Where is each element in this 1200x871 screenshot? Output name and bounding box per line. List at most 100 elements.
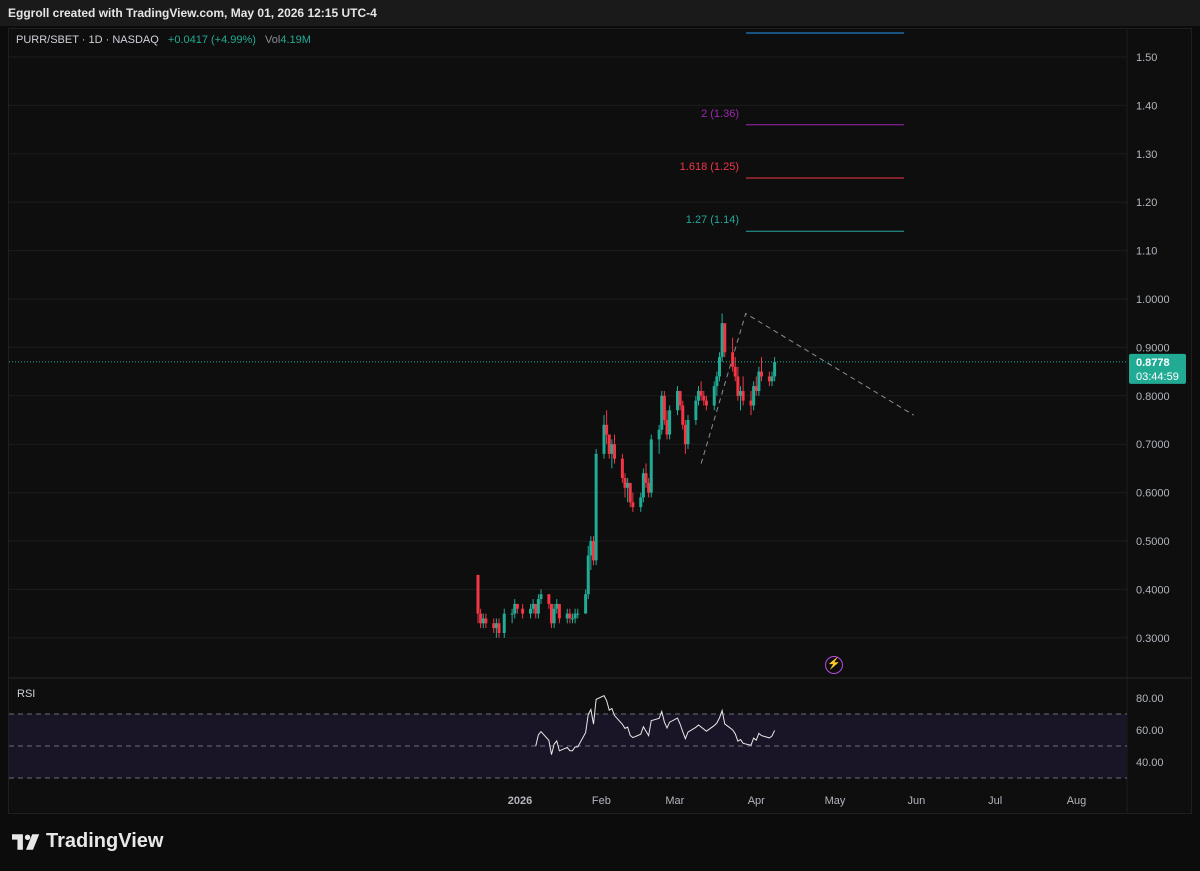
- candle-body: [736, 376, 740, 396]
- y-tick-label: 0.4000: [1136, 584, 1170, 596]
- y-tick-label: 0.3000: [1136, 633, 1170, 645]
- x-tick-label: Jun: [908, 795, 926, 807]
- candle-body: [586, 555, 590, 595]
- candle-body: [510, 613, 514, 615]
- y-tick-label: 1.30: [1136, 149, 1157, 161]
- y-tick-label: 1.40: [1136, 100, 1157, 112]
- candle: [760, 357, 763, 382]
- candle-body: [686, 420, 690, 445]
- candle-body: [731, 352, 735, 367]
- volume-label: Vol4.19M: [265, 34, 311, 46]
- candle: [594, 449, 598, 566]
- rsi-label: RSI: [17, 688, 35, 700]
- candle-body: [568, 613, 572, 619]
- x-axis: 2026 Feb Mar Apr May Jun Jul Aug: [508, 795, 1087, 807]
- brand-logo: TradingView: [12, 830, 163, 853]
- x-tick-label: May: [825, 795, 846, 807]
- price-chart[interactable]: 1.27 (1.14) 1.618 (1.25) 2 (1.36) 1.50 1.40…: [0, 0, 1200, 871]
- candle-body: [752, 386, 756, 406]
- candle-body: [718, 357, 721, 377]
- price-badge-countdown: 03:44:59: [1136, 371, 1179, 383]
- symbol-label: PURR/SBET · 1D · NASDAQ: [16, 34, 159, 46]
- candle: [657, 424, 661, 454]
- candle-body: [649, 439, 653, 493]
- y-tick-label: 0.6000: [1136, 488, 1170, 500]
- candle: [568, 608, 572, 624]
- candle: [552, 603, 556, 629]
- candle-body: [479, 613, 483, 624]
- candle-body: [513, 603, 517, 614]
- candle: [739, 386, 742, 411]
- candle-body: [476, 574, 480, 614]
- candle-body: [620, 458, 624, 479]
- lightning-icon[interactable]: ⚡: [825, 656, 843, 674]
- candle-body: [531, 603, 535, 609]
- candle: [628, 482, 632, 508]
- candle: [531, 599, 535, 614]
- candle-body: [484, 618, 488, 624]
- candle-body: [610, 444, 614, 454]
- candle-body: [665, 420, 669, 435]
- candle: [733, 357, 737, 382]
- candle-body: [702, 395, 706, 401]
- candle-body: [660, 395, 664, 430]
- candle-body: [767, 376, 771, 382]
- candle-body: [613, 444, 616, 459]
- candle: [644, 463, 648, 488]
- candle-body: [602, 424, 606, 454]
- candle: [476, 574, 480, 624]
- candle: [589, 536, 593, 571]
- candle-body: [555, 603, 559, 609]
- candle: [576, 608, 580, 619]
- candle-body: [704, 400, 708, 406]
- candle: [641, 468, 645, 503]
- candle-body: [481, 618, 485, 624]
- candle: [626, 478, 630, 503]
- candle: [754, 376, 758, 396]
- candle: [479, 608, 483, 629]
- candle: [602, 415, 606, 459]
- candle: [481, 613, 485, 629]
- candle-body: [760, 371, 763, 377]
- candle: [770, 371, 774, 387]
- candle: [557, 603, 561, 624]
- candle: [571, 613, 574, 624]
- candle: [686, 415, 690, 450]
- tradingview-logo-icon: [12, 833, 40, 850]
- fib-level-label: 1.618 (1.25): [680, 161, 739, 173]
- y-axis: 1.50 1.40 1.30 1.20 1.10 1.0000 0.9000 0.8000 0.…: [1129, 52, 1186, 645]
- candle: [694, 395, 698, 425]
- candle-body: [623, 478, 627, 488]
- volume-value: 4.19M: [280, 34, 311, 46]
- candle: [605, 410, 609, 445]
- candle: [536, 594, 540, 619]
- y-tick-label: 0.8000: [1136, 391, 1170, 403]
- candle: [749, 390, 753, 416]
- candle-body: [681, 405, 685, 425]
- candle-body: [668, 410, 672, 435]
- candle: [767, 371, 771, 387]
- volume-title: Vol: [265, 34, 281, 46]
- trendline-path: [700, 312, 915, 464]
- price-badge-value: 0.8778: [1136, 357, 1170, 369]
- candle: [668, 405, 672, 440]
- x-tick-label: Feb: [592, 795, 611, 807]
- candle: [773, 357, 777, 382]
- candle-body: [678, 390, 682, 406]
- candle: [623, 473, 627, 498]
- candle: [586, 545, 590, 600]
- candle-body: [639, 497, 643, 508]
- candle: [497, 618, 501, 638]
- candle: [494, 618, 498, 638]
- x-tick-label: Mar: [665, 795, 684, 807]
- candle-body: [628, 482, 632, 503]
- candle-body: [694, 400, 698, 420]
- candle: [555, 599, 559, 614]
- candle-body: [741, 390, 745, 401]
- candle: [502, 608, 506, 638]
- candle-body: [584, 594, 588, 614]
- candle: [681, 400, 685, 430]
- candle-body: [576, 613, 580, 615]
- candle-body: [552, 608, 556, 624]
- candle: [736, 366, 740, 401]
